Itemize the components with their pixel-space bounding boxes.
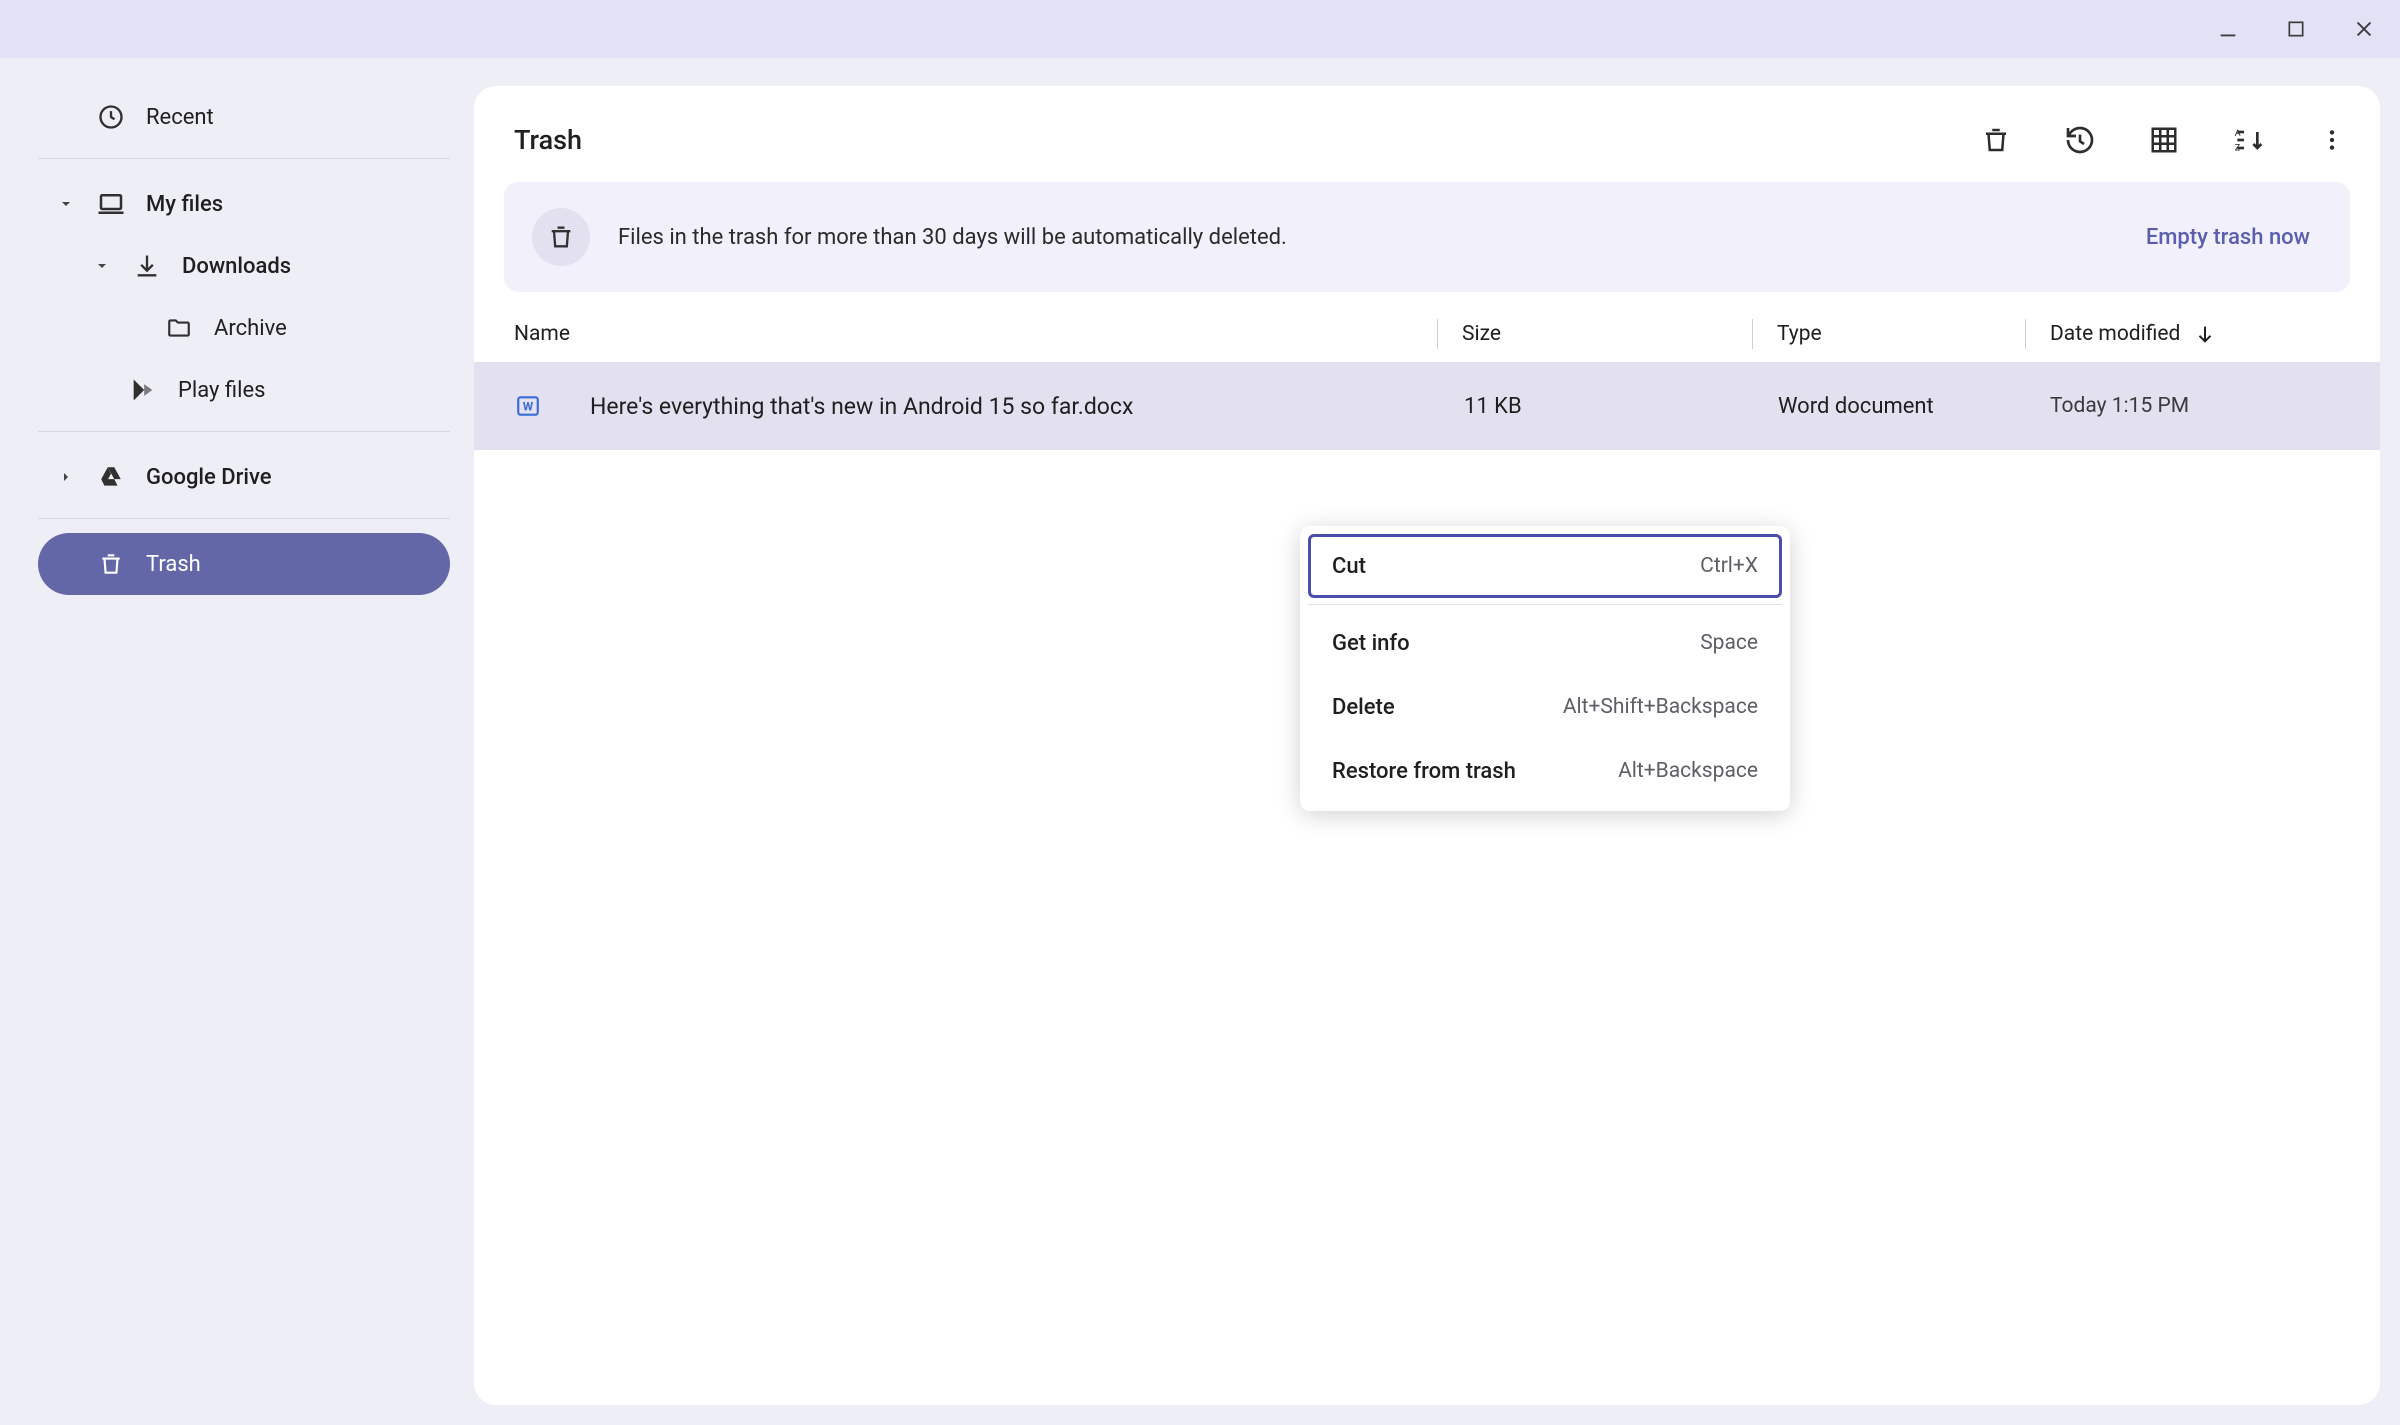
column-header-date[interactable]: Date modified xyxy=(2050,322,2350,346)
column-header-date-label: Date modified xyxy=(2050,322,2180,346)
laptop-icon xyxy=(96,189,126,219)
banner-text: Files in the trash for more than 30 days… xyxy=(618,225,2118,250)
toolbar: AZ xyxy=(1976,120,2352,160)
menu-divider xyxy=(1308,604,1782,605)
svg-text:A: A xyxy=(2235,128,2241,139)
menu-item-shortcut: Alt+Shift+Backspace xyxy=(1563,695,1758,719)
delete-forever-button[interactable] xyxy=(1976,120,2016,160)
menu-item-restore[interactable]: Restore from trash Alt+Backspace xyxy=(1308,739,1782,803)
sort-button[interactable]: AZ xyxy=(2228,120,2268,160)
window-maximize-button[interactable] xyxy=(2280,13,2312,45)
menu-item-label: Cut xyxy=(1332,554,1700,579)
chevron-down-icon[interactable] xyxy=(92,256,112,276)
sidebar-item-label: Archive xyxy=(214,316,287,341)
sidebar-divider xyxy=(38,158,450,159)
sidebar-item-label: Recent xyxy=(146,105,214,130)
svg-text:Z: Z xyxy=(2235,143,2241,154)
word-document-icon: W xyxy=(514,392,542,420)
more-options-button[interactable] xyxy=(2312,120,2352,160)
sidebar-item-archive[interactable]: Archive xyxy=(38,297,450,359)
view-grid-button[interactable] xyxy=(2144,120,2184,160)
menu-item-shortcut: Space xyxy=(1700,631,1758,655)
menu-item-get-info[interactable]: Get info Space xyxy=(1308,611,1782,675)
sidebar-item-label: Downloads xyxy=(182,254,291,279)
file-size: 11 KB xyxy=(1464,394,1754,419)
chevron-right-icon[interactable] xyxy=(56,467,76,487)
trash-icon xyxy=(96,549,126,579)
sidebar-item-recent[interactable]: Recent xyxy=(38,86,450,148)
sidebar-item-label: Trash xyxy=(146,552,201,577)
context-menu: Cut Ctrl+X Get info Space Delete Alt+Shi… xyxy=(1300,526,1790,811)
menu-item-cut[interactable]: Cut Ctrl+X xyxy=(1308,534,1782,598)
table-header: Name Size Type Date modified xyxy=(474,306,2380,362)
trash-banner: Files in the trash for more than 30 days… xyxy=(504,182,2350,292)
clock-icon xyxy=(96,102,126,132)
empty-trash-button[interactable]: Empty trash now xyxy=(2146,225,2310,250)
column-header-size[interactable]: Size xyxy=(1462,322,1752,346)
sidebar-divider xyxy=(38,431,450,432)
sidebar-item-play-files[interactable]: Play files xyxy=(38,359,450,421)
file-type: Word document xyxy=(1778,394,2026,419)
svg-text:W: W xyxy=(523,399,534,413)
sidebar-item-trash[interactable]: Trash xyxy=(38,533,450,595)
sidebar-item-my-files[interactable]: My files xyxy=(38,173,450,235)
sidebar: Recent My files Downloads Ar xyxy=(4,62,474,1421)
menu-item-shortcut: Alt+Backspace xyxy=(1618,759,1758,783)
sort-arrow-down-icon xyxy=(2194,323,2216,345)
page-title: Trash xyxy=(514,124,1976,156)
folder-icon xyxy=(164,313,194,343)
sidebar-item-label: My files xyxy=(146,192,223,217)
download-icon xyxy=(132,251,162,281)
google-drive-icon xyxy=(96,462,126,492)
file-name: Here's everything that's new in Android … xyxy=(590,393,1440,420)
menu-item-label: Restore from trash xyxy=(1332,759,1618,784)
main-panel: Trash AZ xyxy=(474,86,2380,1405)
window-close-button[interactable] xyxy=(2348,13,2380,45)
window-titlebar xyxy=(0,0,2400,58)
sidebar-item-label: Play files xyxy=(178,378,265,403)
file-date: Today 1:15 PM xyxy=(2050,394,2350,418)
main-header: Trash AZ xyxy=(474,104,2380,176)
trash-icon xyxy=(532,208,590,266)
column-header-type[interactable]: Type xyxy=(1777,322,2025,346)
sidebar-divider xyxy=(38,518,450,519)
menu-item-shortcut: Ctrl+X xyxy=(1700,554,1758,578)
menu-item-label: Delete xyxy=(1332,695,1563,720)
sidebar-item-label: Google Drive xyxy=(146,465,272,490)
restore-button[interactable] xyxy=(2060,120,2100,160)
menu-item-label: Get info xyxy=(1332,631,1700,656)
column-header-name[interactable]: Name xyxy=(514,322,1437,346)
play-icon xyxy=(128,375,158,405)
window-minimize-button[interactable] xyxy=(2212,13,2244,45)
menu-item-delete[interactable]: Delete Alt+Shift+Backspace xyxy=(1308,675,1782,739)
sidebar-item-downloads[interactable]: Downloads xyxy=(38,235,450,297)
sidebar-item-google-drive[interactable]: Google Drive xyxy=(38,446,450,508)
file-row[interactable]: W Here's everything that's new in Androi… xyxy=(474,362,2380,450)
chevron-down-icon[interactable] xyxy=(56,194,76,214)
